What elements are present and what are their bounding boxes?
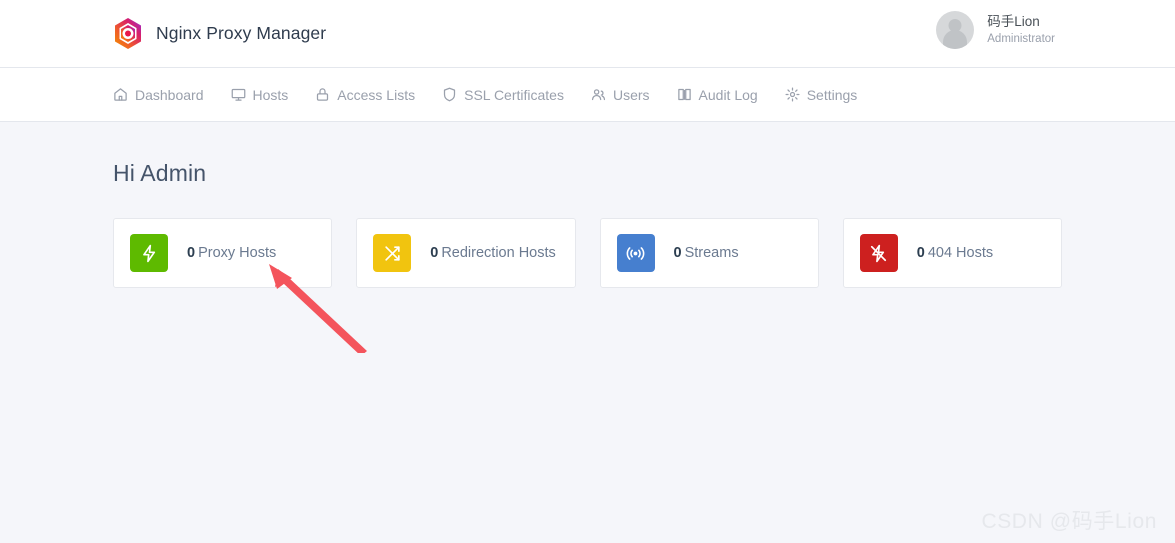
stat-label: Streams <box>684 245 739 261</box>
stat-card-streams[interactable]: 0 Streams <box>599 218 819 288</box>
stat-label: Proxy Hosts <box>198 245 277 261</box>
stat-card-text: 0 Redirection Hosts <box>430 245 556 261</box>
stat-count: 0 <box>673 245 682 261</box>
nav-item-ssl-certificates[interactable]: SSL Certificates <box>442 87 564 103</box>
brand[interactable]: Nginx Proxy Manager <box>113 17 326 50</box>
nav-label-access-lists: Access Lists <box>337 86 416 103</box>
users-icon <box>591 87 606 102</box>
nav-label-users: Users <box>612 86 650 103</box>
user-info: 码手Lion Administrator <box>987 13 1055 46</box>
broadcast-signal-icon <box>616 234 655 272</box>
stat-card-text: 0 Streams <box>674 245 739 261</box>
user-menu[interactable]: 码手Lion Administrator <box>936 11 1055 49</box>
lightning-bolt-icon <box>130 234 168 272</box>
stat-label: Redirection Hosts <box>441 245 556 261</box>
main-content: Hi Admin 0 Proxy Hosts 0 Redirection Hos… <box>0 122 1175 288</box>
nav-item-settings[interactable]: Settings <box>785 86 858 103</box>
shield-icon <box>442 87 457 102</box>
monitor-icon <box>231 87 246 102</box>
stat-card-text: 0 404 Hosts <box>917 245 993 261</box>
nav-item-hosts[interactable]: Hosts <box>231 86 289 103</box>
lock-icon <box>315 87 330 102</box>
nav-label-audit-log: Audit Log <box>698 86 758 103</box>
nav-label-hosts: Hosts <box>252 86 289 103</box>
nav-item-dashboard[interactable]: Dashboard <box>113 87 204 103</box>
nav-item-users[interactable]: Users <box>591 87 650 103</box>
nav-label-ssl-certificates: SSL Certificates <box>464 86 564 103</box>
stat-cards: 0 Proxy Hosts 0 Redirection Hosts 0 Stre… <box>113 218 1062 288</box>
lightning-bolt-off-icon <box>859 234 898 272</box>
app-title: Nginx Proxy Manager <box>156 23 327 43</box>
user-role: Administrator <box>987 32 1055 45</box>
nginx-proxy-manager-hexagon-logo-icon <box>113 17 143 50</box>
stat-card-404-hosts[interactable]: 0 404 Hosts <box>842 218 1062 288</box>
page-title: Hi Admin <box>113 160 207 186</box>
nav-label-dashboard: Dashboard <box>135 86 204 103</box>
nav-item-access-lists[interactable]: Access Lists <box>315 87 415 103</box>
home-icon <box>113 87 128 102</box>
gear-icon <box>785 87 800 102</box>
app-header: Nginx Proxy Manager 码手Lion Administrator <box>0 0 1175 68</box>
watermark: CSDN @码手Lion <box>981 510 1157 533</box>
stat-count: 0 <box>430 245 439 261</box>
stat-label: 404 Hosts <box>927 245 994 261</box>
avatar-body <box>943 30 968 49</box>
stat-count: 0 <box>187 245 196 261</box>
shuffle-arrows-icon <box>373 234 412 272</box>
stat-card-redirection-hosts[interactable]: 0 Redirection Hosts <box>356 218 576 288</box>
nav-item-audit-log[interactable]: Audit Log <box>677 87 758 103</box>
stat-card-proxy-hosts[interactable]: 0 Proxy Hosts <box>113 218 333 288</box>
avatar <box>936 11 975 49</box>
stat-card-text: 0 Proxy Hosts <box>187 245 276 261</box>
main-navigation: Dashboard Hosts Access Lists SSL Certifi… <box>0 68 1175 122</box>
user-name: 码手Lion <box>987 14 1040 30</box>
nav-label-settings: Settings <box>806 86 858 103</box>
book-icon <box>677 87 692 102</box>
stat-count: 0 <box>916 245 925 261</box>
